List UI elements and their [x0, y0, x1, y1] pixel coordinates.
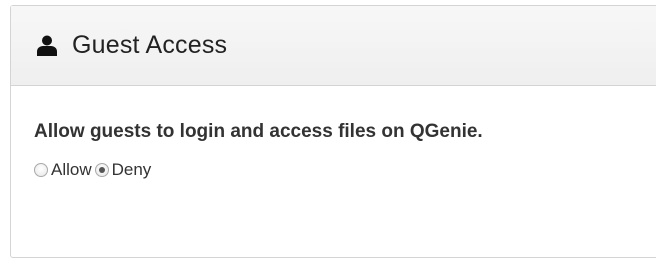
guest-access-radio-group: Allow Deny [34, 160, 656, 180]
guest-access-description: Allow guests to login and access files o… [34, 121, 483, 142]
panel-body: Allow guests to login and access files o… [11, 86, 656, 180]
panel-title: Guest Access [72, 31, 228, 59]
panel-header: Guest Access [11, 6, 656, 86]
radio-selected-dot [98, 167, 105, 173]
allow-radio[interactable] [34, 163, 48, 177]
deny-radio[interactable] [94, 163, 109, 177]
deny-radio-label[interactable]: Deny [112, 160, 152, 180]
allow-radio-label[interactable]: Allow [51, 160, 92, 180]
guest-access-panel: Guest Access Allow guests to login and a… [10, 5, 656, 258]
user-icon [36, 35, 58, 57]
